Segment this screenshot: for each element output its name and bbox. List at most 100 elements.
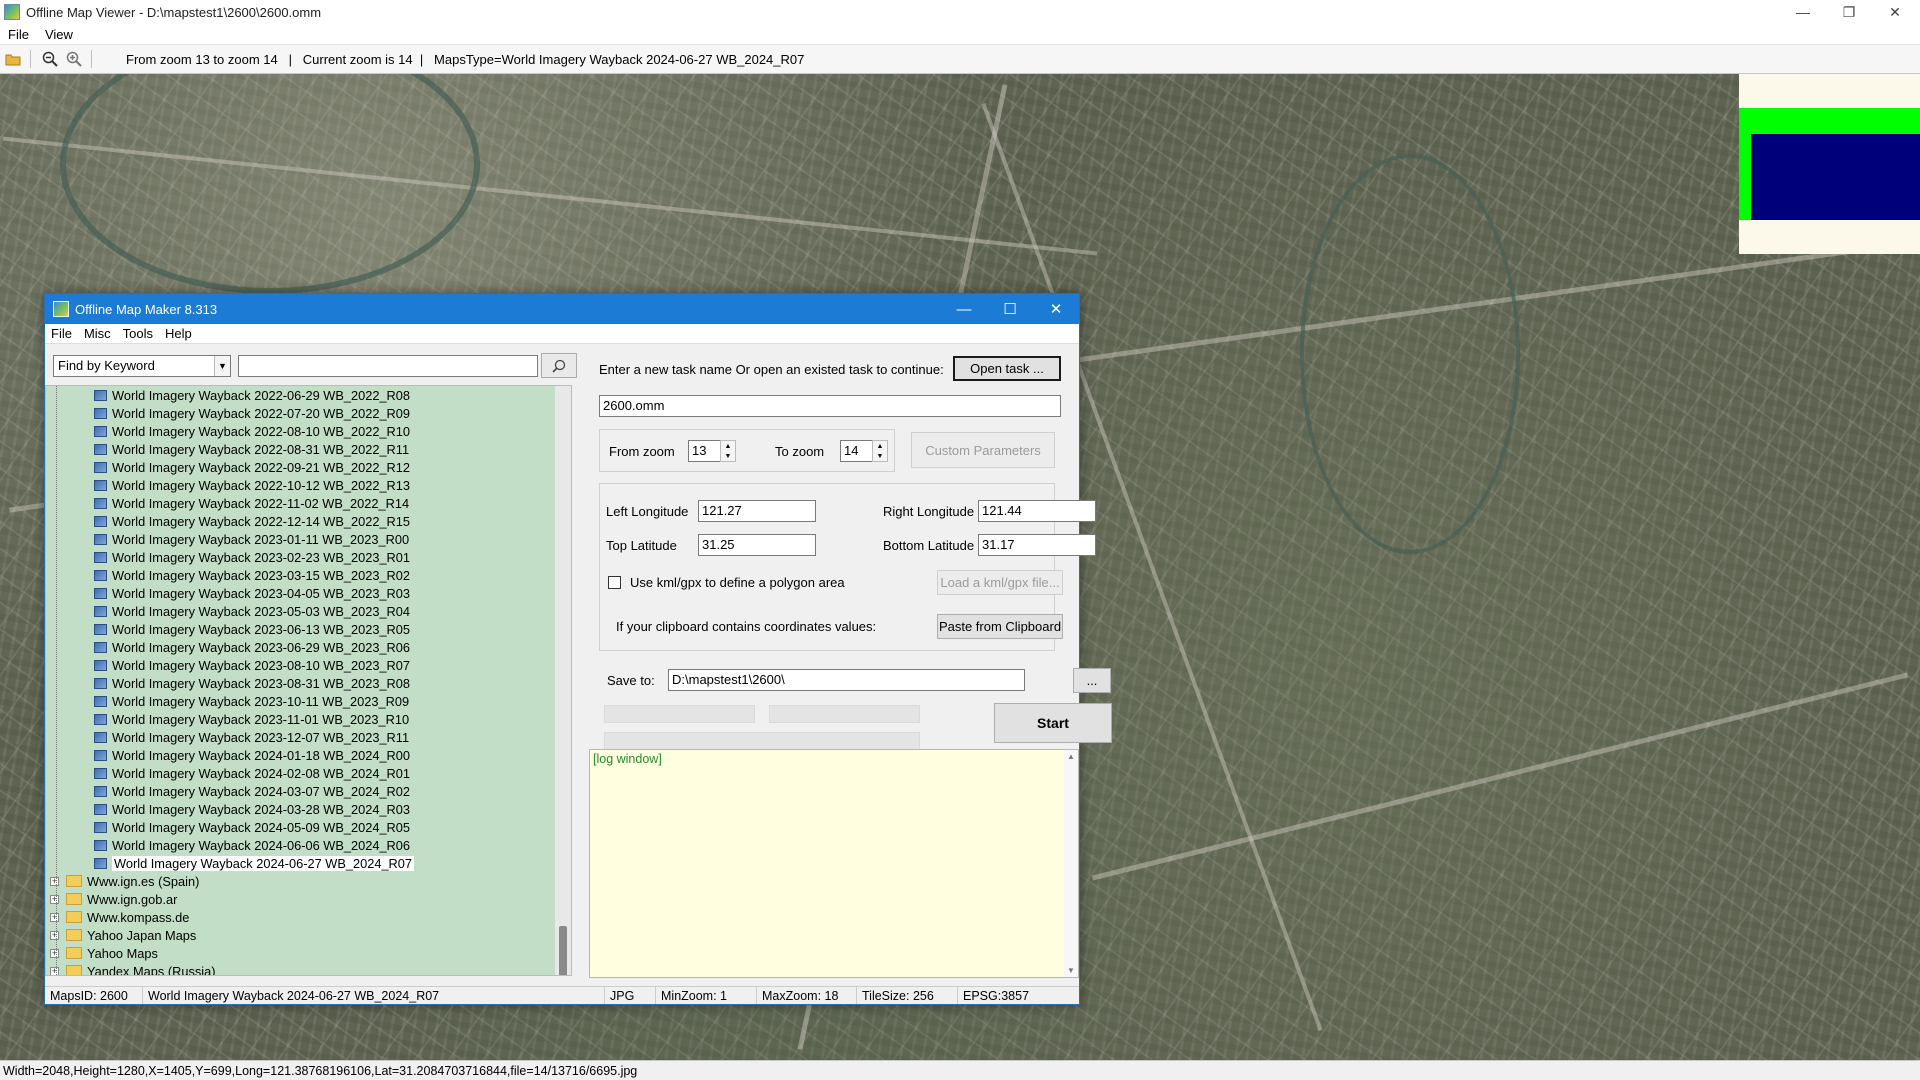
tree-map-item[interactable]: World Imagery Wayback 2023-01-11 WB_2023… <box>46 530 571 548</box>
tree-folder-item[interactable]: + Yahoo Japan Maps <box>46 926 571 944</box>
tree-map-item[interactable]: World Imagery Wayback 2023-10-11 WB_2023… <box>46 692 571 710</box>
overview-minimap[interactable] <box>1739 74 1920 254</box>
map-river <box>60 74 480 294</box>
tree-map-item[interactable]: World Imagery Wayback 2024-06-06 WB_2024… <box>46 836 571 854</box>
tree-map-item[interactable]: World Imagery Wayback 2023-03-15 WB_2023… <box>46 566 571 584</box>
dialog-menu-misc[interactable]: Misc <box>78 326 117 341</box>
paste-clipboard-button[interactable]: Paste from Clipboard <box>937 614 1063 639</box>
close-button[interactable]: ✕ <box>1872 0 1918 24</box>
progress-bar-1 <box>604 705 755 723</box>
map-layer-icon <box>94 623 107 635</box>
spin-up-icon[interactable]: ▲ <box>877 443 884 450</box>
dialog-menu-file[interactable]: File <box>45 326 78 341</box>
tree-item-label: World Imagery Wayback 2022-07-20 WB_2022… <box>112 405 411 421</box>
tree-item-label: World Imagery Wayback 2024-05-09 WB_2024… <box>112 819 411 835</box>
tree-map-item[interactable]: World Imagery Wayback 2022-11-02 WB_2022… <box>46 494 571 512</box>
zoom-in-icon <box>66 51 82 67</box>
search-button[interactable] <box>541 353 577 378</box>
top-latitude-input[interactable]: 31.25 <box>698 534 816 556</box>
tree-map-item[interactable]: World Imagery Wayback 2023-02-23 WB_2023… <box>46 548 571 566</box>
tree-map-item[interactable]: World Imagery Wayback 2022-08-10 WB_2022… <box>46 422 571 440</box>
from-zoom-stepper[interactable]: ▲ ▼ <box>720 440 736 462</box>
dialog-maximize-button[interactable]: ☐ <box>987 294 1033 324</box>
dialog-menu-help[interactable]: Help <box>159 326 198 341</box>
tree-map-item[interactable]: World Imagery Wayback 2022-08-31 WB_2022… <box>46 440 571 458</box>
maximize-button[interactable]: ❐ <box>1826 0 1872 24</box>
open-task-button[interactable]: Open task ... <box>953 356 1061 381</box>
tree-map-item[interactable]: World Imagery Wayback 2024-05-09 WB_2024… <box>46 818 571 836</box>
tree-map-item[interactable]: World Imagery Wayback 2023-04-05 WB_2023… <box>46 584 571 602</box>
scroll-up-icon[interactable]: ▲ <box>1067 752 1075 761</box>
zoom-out-button[interactable] <box>39 48 61 70</box>
tree-map-item[interactable]: World Imagery Wayback 2022-12-14 WB_2022… <box>46 512 571 530</box>
open-folder-button[interactable] <box>2 48 24 70</box>
tree-map-item[interactable]: World Imagery Wayback 2024-02-08 WB_2024… <box>46 764 571 782</box>
dialog-close-button[interactable]: ✕ <box>1033 294 1079 324</box>
expand-icon[interactable]: + <box>50 930 59 940</box>
scroll-down-icon[interactable]: ▼ <box>1067 966 1075 975</box>
tree-map-item[interactable]: World Imagery Wayback 2023-08-10 WB_2023… <box>46 656 571 674</box>
tree-map-item[interactable]: World Imagery Wayback 2024-06-27 WB_2024… <box>46 854 571 872</box>
task-name-input[interactable]: 2600.omm <box>599 395 1061 417</box>
chevron-down-icon[interactable]: ▼ <box>214 356 230 376</box>
search-mode-select[interactable]: Find by Keyword ▼ <box>53 355 231 377</box>
map-layer-icon <box>94 515 107 527</box>
spin-up-icon[interactable]: ▲ <box>725 443 732 450</box>
tree-folder-item[interactable]: + Www.ign.es (Spain) <box>46 872 571 890</box>
menu-file[interactable]: File <box>0 27 37 42</box>
left-longitude-input[interactable]: 121.27 <box>698 500 816 522</box>
custom-parameters-button[interactable]: Custom Parameters <box>911 432 1055 468</box>
tree-map-item[interactable]: World Imagery Wayback 2023-05-03 WB_2023… <box>46 602 571 620</box>
tree-map-item[interactable]: World Imagery Wayback 2022-06-29 WB_2022… <box>46 386 571 404</box>
browse-button[interactable]: ... <box>1073 668 1111 693</box>
tree-map-item[interactable]: World Imagery Wayback 2023-06-29 WB_2023… <box>46 638 571 656</box>
tree-map-item[interactable]: World Imagery Wayback 2023-11-01 WB_2023… <box>46 710 571 728</box>
to-zoom-stepper[interactable]: ▲ ▼ <box>872 440 888 462</box>
log-window[interactable]: [log window] ▲ ▼ <box>589 749 1079 978</box>
tree-scrollbar[interactable] <box>555 386 571 975</box>
tree-folder-item[interactable]: + Yandex Maps (Russia) <box>46 962 571 975</box>
minimize-button[interactable]: — <box>1780 0 1826 24</box>
tree-map-item[interactable]: World Imagery Wayback 2024-01-18 WB_2024… <box>46 746 571 764</box>
tree-folder-item[interactable]: + Www.kompass.de <box>46 908 571 926</box>
expand-icon[interactable]: + <box>50 966 59 975</box>
spin-down-icon[interactable]: ▼ <box>725 453 732 460</box>
tree-map-item[interactable]: World Imagery Wayback 2022-10-12 WB_2022… <box>46 476 571 494</box>
tree-map-item[interactable]: World Imagery Wayback 2023-06-13 WB_2023… <box>46 620 571 638</box>
window-titlebar: Offline Map Viewer - D:\mapstest1\2600\2… <box>0 0 1920 24</box>
expand-icon[interactable]: + <box>50 948 59 958</box>
spin-down-icon[interactable]: ▼ <box>877 453 884 460</box>
dialog-minimize-button[interactable]: — <box>941 294 987 324</box>
load-kml-button[interactable]: Load a kml/gpx file... <box>937 570 1063 595</box>
keyword-input[interactable] <box>238 355 538 377</box>
log-scrollbar[interactable]: ▲ ▼ <box>1064 750 1078 977</box>
tree-map-item[interactable]: World Imagery Wayback 2022-09-21 WB_2022… <box>46 458 571 476</box>
tree-folder-item[interactable]: + Www.ign.gob.ar <box>46 890 571 908</box>
tree-map-item[interactable]: World Imagery Wayback 2024-03-07 WB_2024… <box>46 782 571 800</box>
tree-folder-item[interactable]: + Yahoo Maps <box>46 944 571 962</box>
map-layer-icon <box>94 677 107 689</box>
tree-scrollbar-thumb[interactable] <box>559 926 567 975</box>
bottom-latitude-input[interactable]: 31.17 <box>978 534 1096 556</box>
dialog-menu-tools[interactable]: Tools <box>117 326 159 341</box>
dialog-titlebar: Offline Map Maker 8.313 — ☐ ✕ <box>45 294 1079 324</box>
top-latitude-label: Top Latitude <box>606 538 677 553</box>
expand-icon[interactable]: + <box>50 876 59 886</box>
right-longitude-input[interactable]: 121.44 <box>978 500 1096 522</box>
tree-map-item[interactable]: World Imagery Wayback 2023-12-07 WB_2023… <box>46 728 571 746</box>
task-prompt-label: Enter a new task name Or open an existed… <box>599 362 944 377</box>
overview-viewport[interactable] <box>1751 134 1920 220</box>
menu-view[interactable]: View <box>37 27 81 42</box>
tree-map-item[interactable]: World Imagery Wayback 2022-07-20 WB_2022… <box>46 404 571 422</box>
tree-map-item[interactable]: World Imagery Wayback 2023-08-31 WB_2023… <box>46 674 571 692</box>
tree-map-item[interactable]: World Imagery Wayback 2024-03-28 WB_2024… <box>46 800 571 818</box>
save-path-input[interactable]: D:\mapstest1\2600\ <box>668 669 1025 691</box>
from-zoom-input[interactable]: 13 <box>688 440 724 462</box>
zoom-in-button[interactable] <box>63 48 85 70</box>
expand-icon[interactable]: + <box>50 894 59 904</box>
tree-folder-label: Www.ign.es (Spain) <box>87 873 200 889</box>
expand-icon[interactable]: + <box>50 912 59 922</box>
to-zoom-input[interactable]: 14 <box>840 440 876 462</box>
kml-checkbox[interactable] <box>608 576 621 589</box>
start-button[interactable]: Start <box>994 703 1112 743</box>
